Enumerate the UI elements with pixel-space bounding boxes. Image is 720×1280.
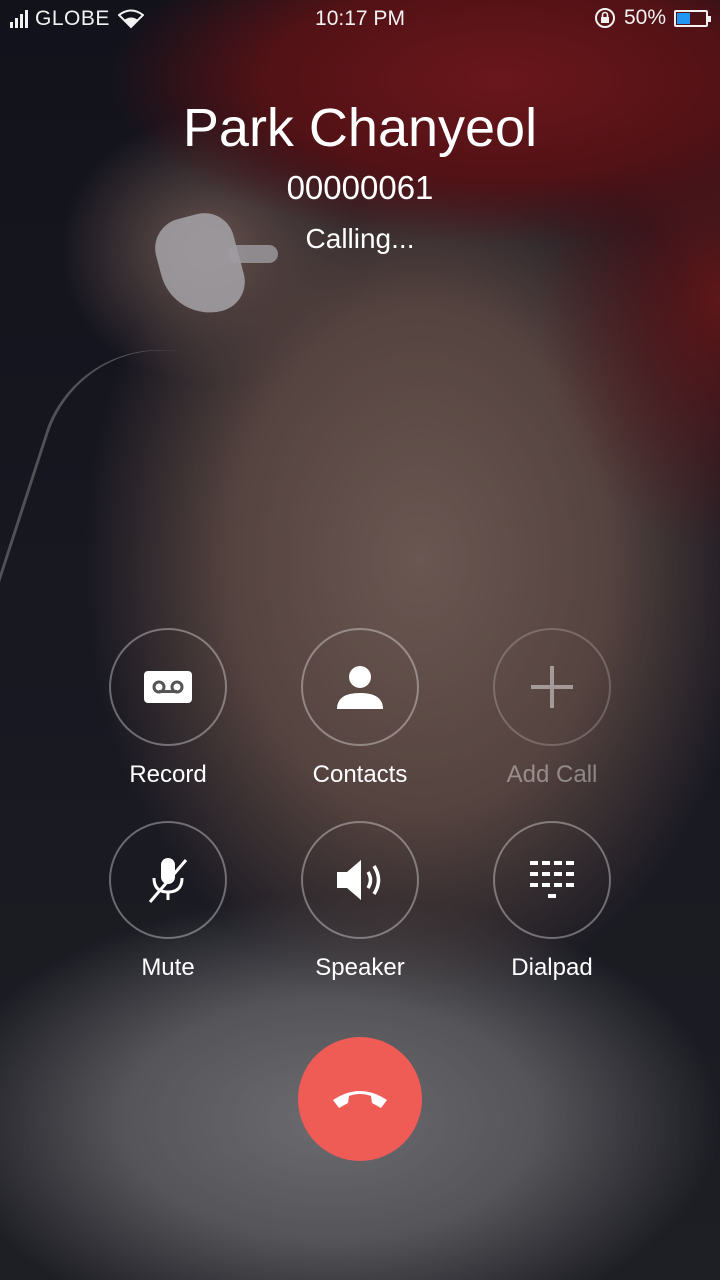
- person-icon: [337, 666, 383, 709]
- call-status: Calling...: [305, 223, 415, 254]
- incoming-call-screen: GLOBE 10:17 PM 50% Park Chanyeol 0000006…: [0, 0, 720, 1280]
- contacts-button-circle[interactable]: [301, 628, 419, 746]
- dialpad-label: Dialpad: [511, 954, 593, 981]
- plus-icon: [531, 666, 573, 708]
- end-call-icon: [333, 1091, 387, 1108]
- dialpad-button[interactable]: Dialpad: [462, 821, 642, 983]
- rotation-lock-icon: [594, 8, 615, 28]
- dialpad-icon: [530, 861, 574, 898]
- cassette-icon: [144, 671, 192, 703]
- mic-off-icon: [148, 858, 188, 903]
- mute-button[interactable]: Mute: [78, 821, 258, 983]
- add-call-label: Add Call: [506, 761, 598, 788]
- speaker-button[interactable]: Speaker: [270, 821, 450, 983]
- contacts-label: Contacts: [312, 761, 408, 788]
- status-bar: GLOBE 10:17 PM 50%: [0, 0, 720, 38]
- caller-name: Park Chanyeol: [182, 98, 538, 158]
- battery-icon: [674, 9, 711, 27]
- dialpad-button-circle[interactable]: [493, 821, 611, 939]
- status-bar-right: 50%: [594, 6, 711, 30]
- record-label: Record: [129, 761, 207, 788]
- add-call-button-circle[interactable]: [493, 628, 611, 746]
- end-call-button[interactable]: [298, 1037, 422, 1161]
- speaker-button-circle[interactable]: [301, 821, 419, 939]
- mute-label: Mute: [141, 954, 195, 981]
- speaker-icon: [337, 860, 381, 900]
- battery-fill: [677, 12, 690, 24]
- contacts-button[interactable]: Contacts: [270, 628, 450, 790]
- caller-number: 00000061: [286, 169, 434, 206]
- record-button[interactable]: Record: [78, 628, 258, 790]
- record-button-circle[interactable]: [109, 628, 227, 746]
- add-call-button[interactable]: Add Call: [462, 628, 642, 790]
- mute-button-circle[interactable]: [109, 821, 227, 939]
- caller-info: Park Chanyeol 00000061 Calling...: [0, 96, 720, 256]
- speaker-label: Speaker: [315, 954, 405, 981]
- battery-percent: 50%: [623, 6, 666, 29]
